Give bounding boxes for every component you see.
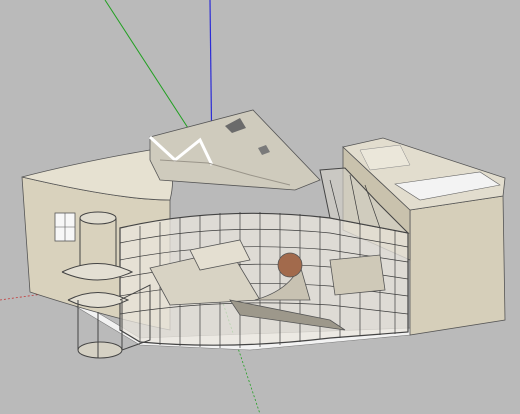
scene-canvas [0,0,506,414]
building-model-icon[interactable] [21,109,506,359]
right-tower-wall [409,195,506,336]
modeling-viewport[interactable] [0,0,520,414]
